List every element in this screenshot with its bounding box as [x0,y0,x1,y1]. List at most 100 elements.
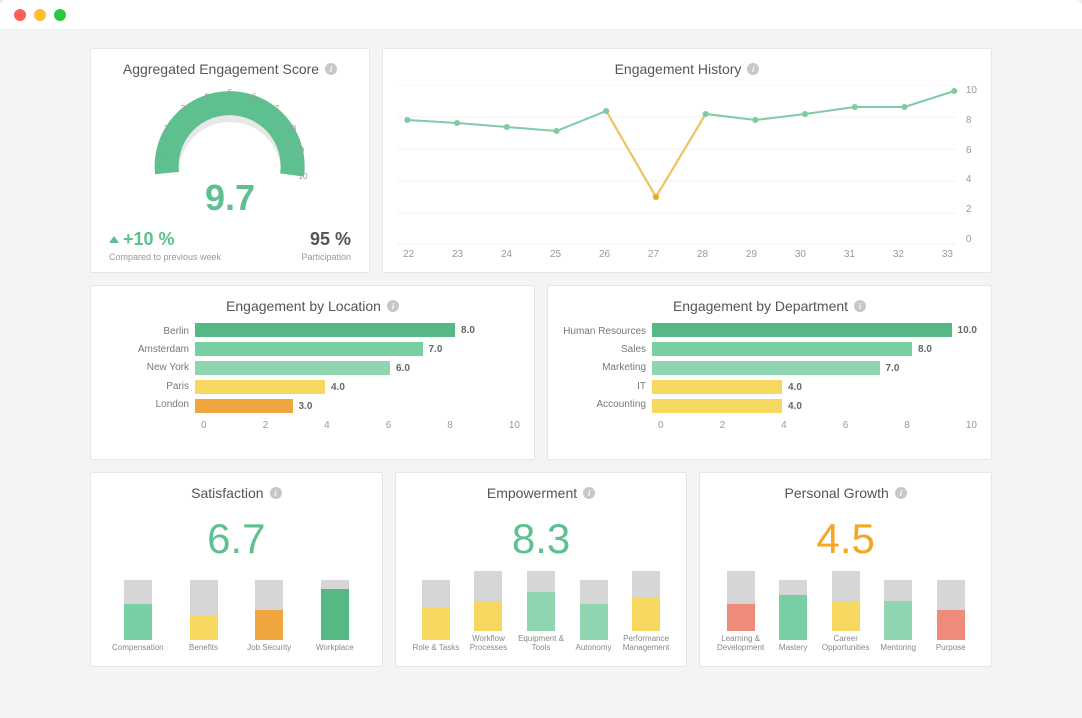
vbar-label: Mastery [779,644,807,653]
hbar-label: IT [562,381,646,392]
hbar-bar [195,380,325,394]
card-title: Engagement by Department [673,298,848,314]
history-line-chart: 108 64 20 [397,85,977,245]
hbar-label: New York [105,362,189,373]
hbar-value: 4.0 [788,401,802,412]
hbar-value: 8.0 [918,344,932,355]
svg-text:10: 10 [299,172,308,181]
window-maximize-button[interactable] [54,9,66,21]
satisfaction-bars: Compensation Benefits Job Security Workplac… [105,573,368,653]
vbar-column: Equipment & Tools [515,571,568,653]
vbar-fill [527,592,555,631]
info-icon[interactable]: i [895,487,907,499]
svg-text:1: 1 [157,146,162,155]
department-labels: Human ResourcesSalesMarketingITAccountin… [562,322,652,414]
hbar-row: 7.0 [195,341,520,357]
hbar-value: 3.0 [299,401,313,412]
vbar-remainder [255,580,283,610]
vbar-label: Learning & Development [714,635,767,653]
hbar-value: 10.0 [958,325,977,336]
hbar-value: 7.0 [429,344,443,355]
vbar-fill [727,604,755,631]
vbar-fill [580,604,608,640]
vbar-remainder [474,571,502,601]
hbar-label: Berlin [105,326,189,337]
info-icon[interactable]: i [583,487,595,499]
card-title: Aggregated Engagement Score [123,61,319,77]
hbar-bar [195,361,390,375]
card-title: Personal Growth [785,485,889,501]
vbar-column: Performance Management [620,571,673,653]
svg-text:5: 5 [228,88,233,97]
vbar-remainder [937,580,965,610]
hbar-label: Sales [562,344,646,355]
info-icon[interactable]: i [387,300,399,312]
svg-text:3: 3 [181,104,186,113]
vbar-column: Compensation [105,580,171,653]
vbar-fill [321,589,349,640]
vbar-fill [632,598,660,631]
hbar-bar [652,380,782,394]
vbar-label: Mentoring [880,644,916,653]
vbar-remainder [422,580,450,607]
x-axis: 2223 2425 2627 2829 3031 3233 [397,245,977,260]
growth-bars: Learning & Development Mastery Career Oppo… [714,573,977,653]
empowerment-bars: Role & TasksWorkflow ProcessesEquipment … [410,573,673,653]
vbar-fill [124,604,152,640]
info-icon[interactable]: i [747,63,759,75]
vbar-label: Benefits [189,644,218,653]
vbar-label: Workplace [316,644,354,653]
card-engagement-by-department: Engagement by Department i Human Resourc… [547,285,992,460]
vbar-remainder [779,580,807,595]
hbar-label: Amsterdam [105,344,189,355]
svg-text:8: 8 [292,124,297,133]
vbar-remainder [190,580,218,616]
hbar-row: 6.0 [195,360,520,376]
vbar-column: Career Opportunities [819,571,872,653]
info-icon[interactable]: i [854,300,866,312]
hbar-row: 7.0 [652,360,977,376]
hbar-label: Human Resources [562,326,646,337]
card-empowerment: Empowerment i 8.3 Role & TasksWorkflow P… [395,472,688,667]
hbar-row: 4.0 [652,398,977,414]
window-minimize-button[interactable] [34,9,46,21]
svg-text:6: 6 [252,92,257,101]
hbar-label: London [105,399,189,410]
vbar-column: Workplace [302,580,368,653]
participation-value: 95 % [301,229,351,250]
hbar-value: 7.0 [886,363,900,374]
vbar-remainder [884,580,912,601]
hbar-value: 4.0 [331,382,345,393]
vbar-remainder [321,580,349,589]
vbar-label: Autonomy [576,644,612,653]
svg-text:9: 9 [300,146,305,155]
vbar-column: Benefits [171,580,237,653]
hbar-row: 8.0 [195,322,520,338]
gauge-chart: 1 2 3 4 5 6 7 8 9 10 [105,85,355,195]
vbar-fill [832,601,860,631]
info-icon[interactable]: i [270,487,282,499]
vbar-column: Autonomy [567,580,620,653]
card-satisfaction: Satisfaction i 6.7 Compensation Benefits J… [90,472,383,667]
vbar-column: Job Security [236,580,302,653]
vbar-fill [190,616,218,640]
vbar-fill [474,601,502,631]
vbar-label: Performance Management [620,635,673,653]
window-close-button[interactable] [14,9,26,21]
hbar-bar [652,361,880,375]
hbar-bar [195,399,293,413]
card-title: Engagement History [615,61,742,77]
satisfaction-score: 6.7 [105,515,368,563]
location-bars: 8.0 7.0 6.0 4.0 3.0 [195,322,520,414]
hbar-bar [652,399,782,413]
vbar-remainder [580,580,608,604]
hbar-row: 3.0 [195,398,520,414]
y-axis: 108 64 20 [966,85,977,245]
vbar-label: Purpose [936,644,966,653]
info-icon[interactable]: i [325,63,337,75]
hbar-label: Accounting [562,399,646,410]
vbar-fill [937,610,965,640]
vbar-fill [422,607,450,640]
card-title: Satisfaction [191,485,263,501]
hbar-bar [652,342,912,356]
